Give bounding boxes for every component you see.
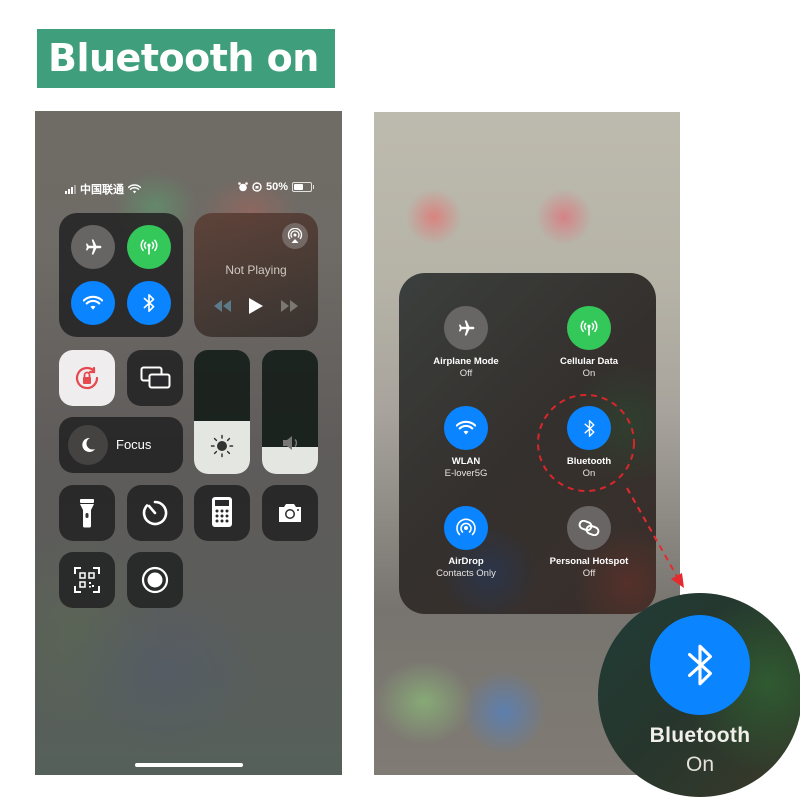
cellular-antenna-icon [140,239,158,255]
personal-hotspot-status: Off [582,568,596,579]
hotspot-link-icon [578,520,600,536]
airdrop-control[interactable]: AirDrop Contacts Only [406,506,526,580]
moon-icon [82,437,95,452]
bluetooth-status: On [582,468,596,479]
focus-button[interactable]: Focus [59,417,183,473]
bluetooth-title: Bluetooth [566,456,612,467]
code-scanner-button[interactable] [59,552,115,608]
signal-icon [65,184,76,194]
bluetooth-control[interactable]: Bluetooth On [529,406,649,480]
callout-status: On [685,753,714,776]
airplay-audio-icon [287,228,303,243]
airdrop-status: Contacts Only [436,568,496,579]
rewind-icon[interactable] [212,300,232,312]
focus-label: Focus [116,437,152,452]
screen-mirroring-button[interactable] [127,350,183,406]
airplane-mode-control[interactable]: Airplane Mode Off [406,306,526,380]
connectivity-panel: Airplane Mode Off Cellular Data On WLAN … [399,273,656,614]
speaker-icon [283,436,298,450]
wlan-circle[interactable] [444,406,488,450]
fast-forward-icon[interactable] [280,300,300,312]
wifi-status-icon [128,184,141,194]
cellular-data-toggle[interactable] [127,225,171,269]
battery-percent: 50% [265,181,288,193]
airplane-mode-status: Off [459,368,473,379]
qr-scanner-icon [74,567,100,593]
title-banner: Bluetooth on [37,29,335,88]
screen-recording-button[interactable] [127,552,183,608]
personal-hotspot-title: Personal Hotspot [549,556,629,567]
battery-icon [292,182,314,192]
bluetooth-icon [687,644,713,686]
airplay-button[interactable] [282,223,308,249]
cellular-data-control[interactable]: Cellular Data On [529,306,649,380]
cellular-antenna-icon [580,320,598,336]
banner-title: Bluetooth on [48,36,319,80]
wlan-control[interactable]: WLAN E-lover5G [406,406,526,480]
play-icon[interactable] [248,297,264,315]
camera-button[interactable] [262,485,318,541]
status-bar: 中国联通 50% [65,181,314,196]
bluetooth-zoom-callout: Bluetooth On [598,593,800,797]
flashlight-icon [80,499,94,528]
airplane-mode-circle[interactable] [444,306,488,350]
bluetooth-icon [583,419,595,437]
now-playing-label: Not Playing [225,263,287,277]
wlan-network-name: E-lover5G [444,468,488,479]
camera-icon [279,504,301,522]
personal-hotspot-circle[interactable] [567,506,611,550]
calculator-icon [212,497,232,527]
cellular-data-circle[interactable] [567,306,611,350]
airplane-mode-title: Airplane Mode [433,356,499,367]
callout-title: Bluetooth [649,724,751,747]
airplane-icon [458,320,475,336]
brightness-slider[interactable] [194,350,250,474]
wifi-icon [456,420,476,435]
wlan-toggle[interactable] [71,281,115,325]
screen-mirroring-icon [140,366,171,389]
focus-moon-circle [68,425,108,465]
bluetooth-icon [143,294,155,312]
calculator-button[interactable] [194,485,250,541]
airplane-mode-toggle[interactable] [71,225,115,269]
cellular-data-title: Cellular Data [559,356,619,367]
flashlight-button[interactable] [59,485,115,541]
alarm-icon [238,182,248,192]
airdrop-icon [456,518,476,536]
wlan-title: WLAN [451,456,481,467]
home-indicator[interactable] [135,763,243,767]
brightness-sun-icon [210,434,234,458]
orientation-lock-button[interactable] [59,350,115,406]
personal-hotspot-control[interactable]: Personal Hotspot Off [529,506,649,580]
airplane-icon [85,239,102,255]
orientation-lock-icon [75,366,99,390]
timer-button[interactable] [127,485,183,541]
timer-icon [142,500,168,526]
orientation-lock-status-icon [252,182,262,192]
bluetooth-circle[interactable] [567,406,611,450]
volume-slider[interactable] [262,350,318,474]
record-icon [141,566,169,594]
connectivity-module [59,213,183,337]
wifi-icon [83,295,103,310]
carrier-name: 中国联通 [80,184,124,196]
cellular-data-status: On [582,368,596,379]
airdrop-title: AirDrop [448,556,484,567]
now-playing-module[interactable]: Not Playing [194,213,318,337]
airdrop-circle[interactable] [444,506,488,550]
bluetooth-toggle[interactable] [127,281,171,325]
control-center-screen: 中国联通 50% Not Playing Focus [35,111,342,775]
bluetooth-large-circle [650,615,750,715]
